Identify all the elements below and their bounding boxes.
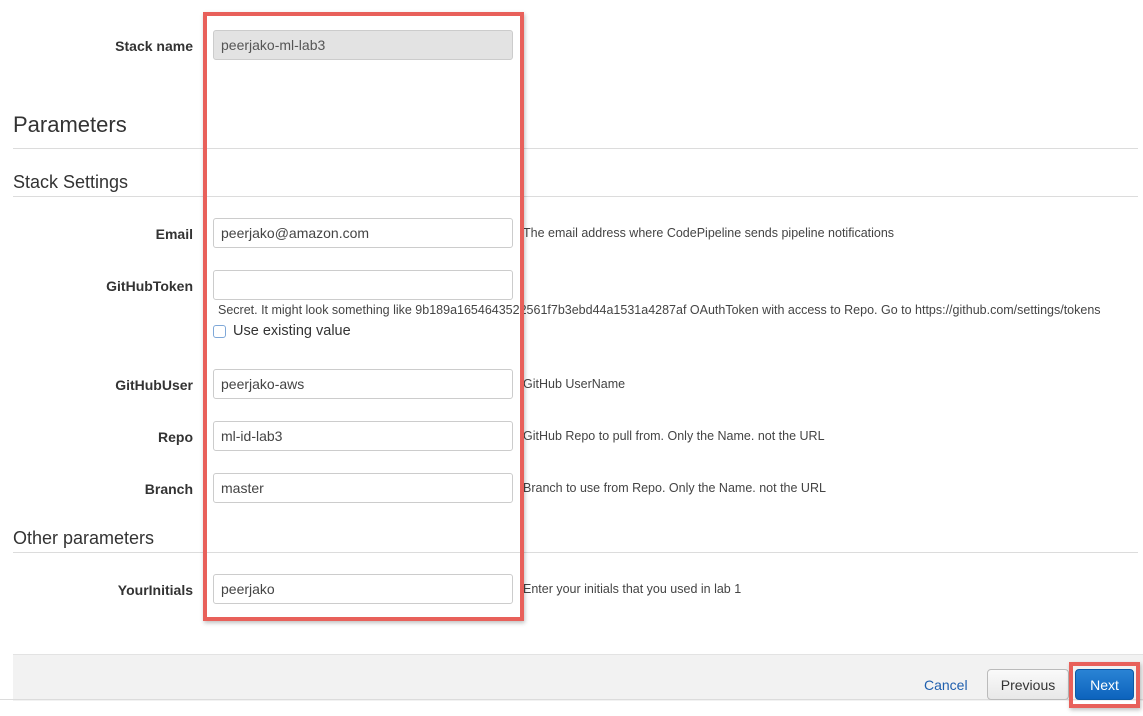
branch-description: Branch to use from Repo. Only the Name. …: [523, 481, 826, 495]
github-token-input[interactable]: [213, 270, 513, 300]
use-existing-value-checkbox[interactable]: [213, 325, 226, 338]
github-user-input[interactable]: [213, 369, 513, 399]
email-input[interactable]: [213, 218, 513, 248]
repo-description: GitHub Repo to pull from. Only the Name.…: [523, 429, 825, 443]
email-label: Email: [155, 226, 193, 242]
wizard-footer: [13, 654, 1143, 701]
stack-settings-divider: [13, 196, 1138, 197]
branch-input[interactable]: [213, 473, 513, 503]
other-parameters-heading: Other parameters: [13, 528, 155, 548]
email-description: The email address where CodePipeline sen…: [523, 226, 895, 240]
your-initials-input[interactable]: [213, 574, 513, 604]
repo-label: Repo: [158, 429, 193, 445]
previous-button[interactable]: Previous: [987, 669, 1069, 700]
stack-settings-heading: Stack Settings: [13, 172, 129, 192]
bottom-divider: [0, 699, 1143, 700]
github-token-label: GitHubToken: [106, 278, 193, 294]
next-button[interactable]: Next: [1075, 669, 1134, 700]
repo-input[interactable]: [213, 421, 513, 451]
github-user-label: GitHubUser: [115, 377, 193, 393]
github-user-description: GitHub UserName: [523, 377, 626, 391]
other-parameters-divider: [13, 552, 1138, 553]
your-initials-description: Enter your initials that you used in lab…: [523, 582, 742, 596]
parameters-divider: [13, 148, 1138, 149]
cancel-link[interactable]: Cancel: [924, 677, 968, 693]
branch-label: Branch: [144, 481, 193, 497]
use-existing-value-label[interactable]: Use existing value: [233, 323, 351, 339]
your-initials-label: YourInitials: [117, 582, 193, 598]
stack-name-input: [213, 30, 513, 60]
stack-name-label: Stack name: [115, 38, 193, 54]
github-token-description: Secret. It might look something like 9b1…: [218, 303, 1101, 317]
parameters-heading: Parameters: [13, 112, 127, 137]
